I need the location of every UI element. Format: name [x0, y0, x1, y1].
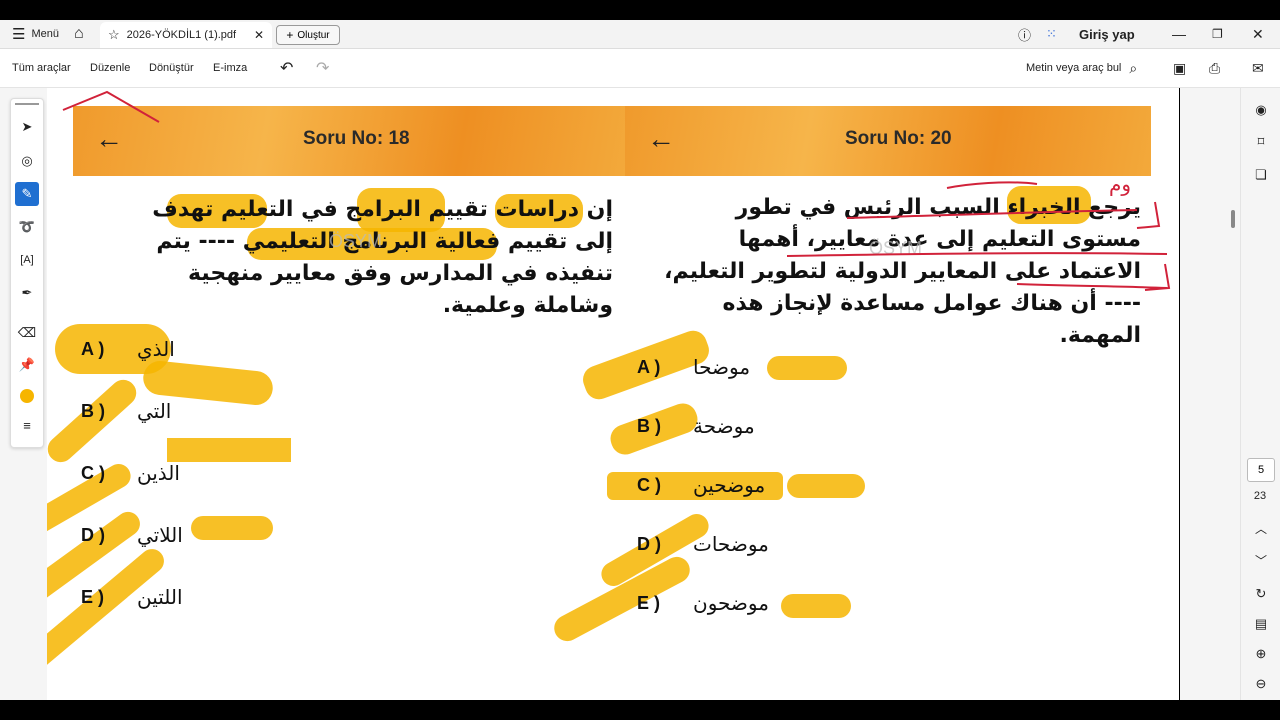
- fill-sign-icon[interactable]: ✒: [15, 281, 39, 305]
- minimize-icon[interactable]: —: [1172, 20, 1186, 48]
- search-icon: ⌕: [1129, 59, 1138, 76]
- esign-button[interactable]: E-imza: [213, 49, 247, 87]
- ai-assistant-icon[interactable]: ◉: [1249, 98, 1273, 122]
- select-pointer-icon[interactable]: ➤: [15, 115, 39, 139]
- all-tools-button[interactable]: Tüm araçlar: [12, 49, 71, 87]
- chevron-down-icon[interactable]: ﹀: [1249, 548, 1273, 572]
- find-button[interactable]: Metin veya araç bul ⌕: [1026, 49, 1137, 87]
- mail-icon[interactable]: ✉: [1252, 49, 1264, 87]
- create-label: Oluştur: [297, 29, 330, 41]
- total-pages: 23: [1253, 490, 1267, 502]
- redo-icon[interactable]: ↷: [316, 49, 329, 87]
- print-icon[interactable]: ⎙: [1209, 49, 1220, 87]
- document-tab[interactable]: ☆ 2026-YÖKDİL1 (1).pdf ✕: [100, 22, 272, 48]
- convert-button[interactable]: Dönüştür: [149, 49, 194, 87]
- close-window-icon[interactable]: ✕: [1252, 20, 1264, 48]
- draw-lasso-icon[interactable]: ➰: [15, 215, 39, 239]
- undo-icon[interactable]: ↶: [280, 49, 293, 87]
- find-label: Metin veya araç bul: [1026, 62, 1122, 74]
- zoom-out-icon[interactable]: ⊖: [1249, 672, 1273, 696]
- chevron-up-icon[interactable]: ︿: [1249, 516, 1273, 540]
- pdf-toolbar: Tüm araçlar Düzenle Dönüştür E-imza ↶ ↷ …: [0, 49, 1280, 88]
- home-icon[interactable]: ⌂: [74, 20, 84, 48]
- save-icon[interactable]: ▣: [1173, 49, 1186, 87]
- current-page-input[interactable]: 5: [1247, 458, 1275, 482]
- eraser-icon[interactable]: ⌫: [15, 321, 39, 345]
- screen-bottom-edge: [0, 700, 1280, 720]
- screen-top-edge: [0, 0, 1280, 20]
- restore-icon[interactable]: ❐: [1212, 20, 1223, 48]
- edit-button[interactable]: Düzenle: [90, 49, 130, 87]
- scroll-area: [1180, 88, 1240, 700]
- color-picker-icon[interactable]: [15, 384, 39, 408]
- highlighter-pen-icon[interactable]: ✎: [15, 182, 39, 206]
- pages-icon[interactable]: ❏: [1249, 163, 1273, 187]
- help-icon[interactable]: ⓘ: [1018, 20, 1031, 48]
- document-info-icon[interactable]: ▤: [1249, 612, 1273, 636]
- menu-button[interactable]: ☰ Menü: [12, 20, 59, 48]
- comment-icon[interactable]: ◎: [15, 149, 39, 173]
- stroke-width-icon[interactable]: ≡: [15, 413, 39, 437]
- plus-icon: +: [286, 28, 294, 42]
- tab-title: 2026-YÖKDİL1 (1).pdf: [126, 29, 237, 41]
- drag-handle[interactable]: [15, 103, 39, 105]
- red-ink-strokes: [62, 90, 1171, 291]
- text-box-icon[interactable]: [A]: [15, 248, 39, 272]
- right-sidebar: ◉ ⌑ ❏ ︿ ﹀ ↻ ▤ ⊕ ⊖: [1240, 88, 1280, 700]
- zoom-in-icon[interactable]: ⊕: [1249, 642, 1273, 666]
- close-tab-icon[interactable]: ✕: [254, 28, 264, 42]
- pdf-page: ← Soru No: 18 ← Soru No: 20 إن دراسات تق…: [47, 88, 1179, 700]
- annotation-toolbar: ➤ ◎ ✎ ➰ [A] ✒ ⌫ 📌 ≡: [10, 98, 44, 448]
- hamburger-icon: ☰: [12, 26, 26, 43]
- scrollbar-thumb[interactable]: [1231, 210, 1235, 228]
- pin-icon[interactable]: 📌: [15, 353, 39, 377]
- star-icon[interactable]: ☆: [108, 27, 120, 43]
- menu-label: Menü: [31, 28, 59, 40]
- apps-grid-icon[interactable]: ⁙: [1046, 20, 1057, 48]
- refresh-icon[interactable]: ↻: [1249, 582, 1273, 606]
- bookmark-icon[interactable]: ⌑: [1249, 130, 1273, 154]
- signin-button[interactable]: Giriş yap: [1079, 20, 1135, 48]
- create-button[interactable]: + Oluştur: [276, 25, 340, 45]
